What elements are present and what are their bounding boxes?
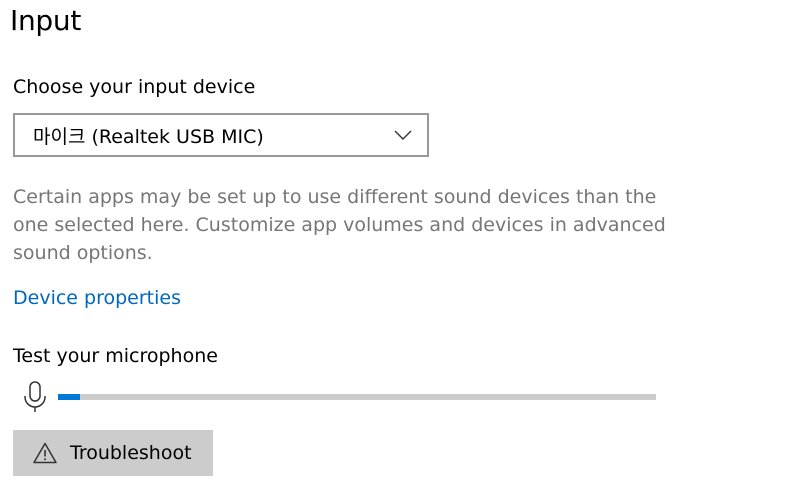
input-device-label: Choose your input device <box>13 76 256 98</box>
microphone-icon <box>22 381 48 413</box>
chevron-down-icon <box>393 128 413 142</box>
device-properties-link[interactable]: Device properties <box>13 287 181 309</box>
test-microphone-label: Test your microphone <box>13 345 218 367</box>
input-device-help-text: Certain apps may be set up to use differ… <box>13 186 666 264</box>
troubleshoot-button[interactable]: Troubleshoot <box>13 430 213 476</box>
microphone-level-meter <box>58 394 656 400</box>
input-device-dropdown[interactable]: 마이크 (Realtek USB MIC) <box>13 113 429 157</box>
troubleshoot-label: Troubleshoot <box>70 442 192 464</box>
input-device-selected-value: 마이크 (Realtek USB MIC) <box>33 125 264 148</box>
page-title: Input <box>10 4 82 37</box>
warning-icon <box>33 442 57 464</box>
microphone-level-fill <box>58 394 81 400</box>
